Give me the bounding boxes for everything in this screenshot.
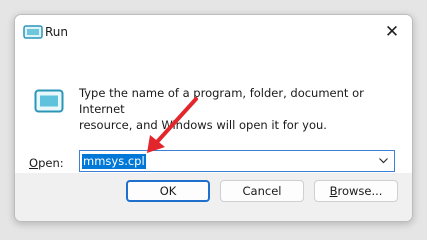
browse-button[interactable]: Browse... [314, 180, 398, 202]
close-button[interactable]: ✕ [372, 15, 412, 49]
title-bar: Run ✕ [15, 15, 412, 49]
browse-accelerator: B [329, 184, 338, 198]
close-icon: ✕ [384, 22, 400, 42]
run-dialog: Run ✕ Type the name of a program, folder… [14, 14, 413, 222]
dialog-body: Type the name of a program, folder, docu… [15, 49, 412, 173]
browse-label: rowse... [337, 184, 383, 198]
cancel-button[interactable]: Cancel [220, 180, 304, 202]
ok-button[interactable]: OK [126, 180, 210, 202]
window-title: Run [45, 25, 69, 39]
red-arrow-annotation [147, 97, 198, 153]
run-dialog-icon [23, 25, 43, 39]
